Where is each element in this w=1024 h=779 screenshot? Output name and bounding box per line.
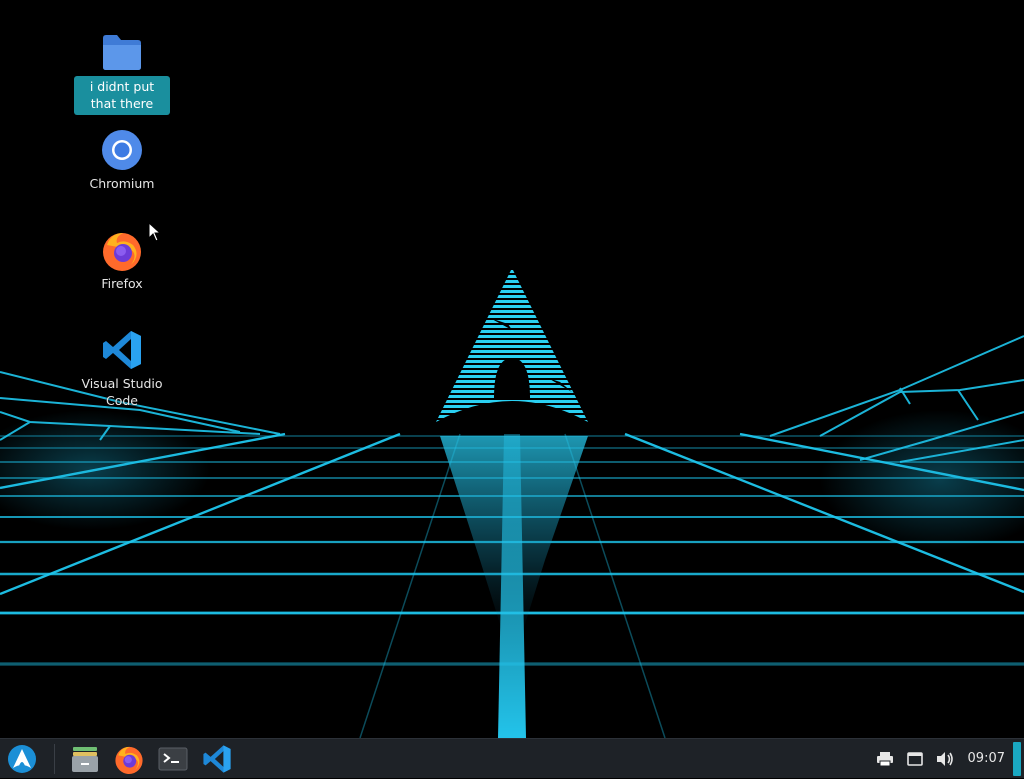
desktop-icon-label: i didnt put that there bbox=[74, 76, 170, 115]
volume-icon[interactable] bbox=[934, 748, 956, 770]
taskbar-separator bbox=[54, 743, 55, 774]
taskbar-firefox-button[interactable] bbox=[111, 741, 147, 777]
desktop-icon-vscode[interactable]: Visual Studio Code bbox=[74, 328, 170, 411]
window-icon[interactable] bbox=[904, 748, 926, 770]
desktop-icon-folder[interactable]: i didnt put that there bbox=[74, 30, 170, 115]
chromium-icon bbox=[100, 128, 144, 172]
start-menu-button[interactable] bbox=[4, 741, 40, 777]
file-manager-icon bbox=[72, 746, 98, 772]
desktop-icon-label: Chromium bbox=[89, 176, 155, 191]
desktop-icon-label: Firefox bbox=[101, 276, 143, 291]
desktop-icon-chromium[interactable]: Chromium bbox=[74, 128, 170, 194]
firefox-icon bbox=[100, 228, 144, 272]
desktop[interactable]: i didnt put that there Chromium Firefox bbox=[0, 0, 1024, 738]
firefox-icon bbox=[115, 746, 143, 774]
mouse-pointer-icon bbox=[148, 222, 162, 242]
desktop-icon-label: Visual Studio Code bbox=[81, 376, 163, 408]
arch-start-menu-icon bbox=[8, 744, 36, 773]
clock[interactable]: 09:07 bbox=[968, 751, 1005, 766]
taskbar-vscode-button[interactable] bbox=[199, 741, 235, 777]
taskbar-terminal-button[interactable] bbox=[155, 741, 191, 777]
taskbar-file-manager-button[interactable] bbox=[67, 741, 103, 777]
printer-icon[interactable] bbox=[874, 748, 896, 770]
vscode-icon bbox=[203, 744, 231, 773]
folder-icon bbox=[100, 30, 144, 74]
system-tray: 09:07 bbox=[870, 739, 1024, 779]
vscode-icon bbox=[100, 328, 144, 372]
show-desktop-button[interactable] bbox=[1013, 741, 1021, 776]
taskbar: 09:07 bbox=[0, 738, 1024, 778]
terminal-icon bbox=[158, 747, 188, 770]
